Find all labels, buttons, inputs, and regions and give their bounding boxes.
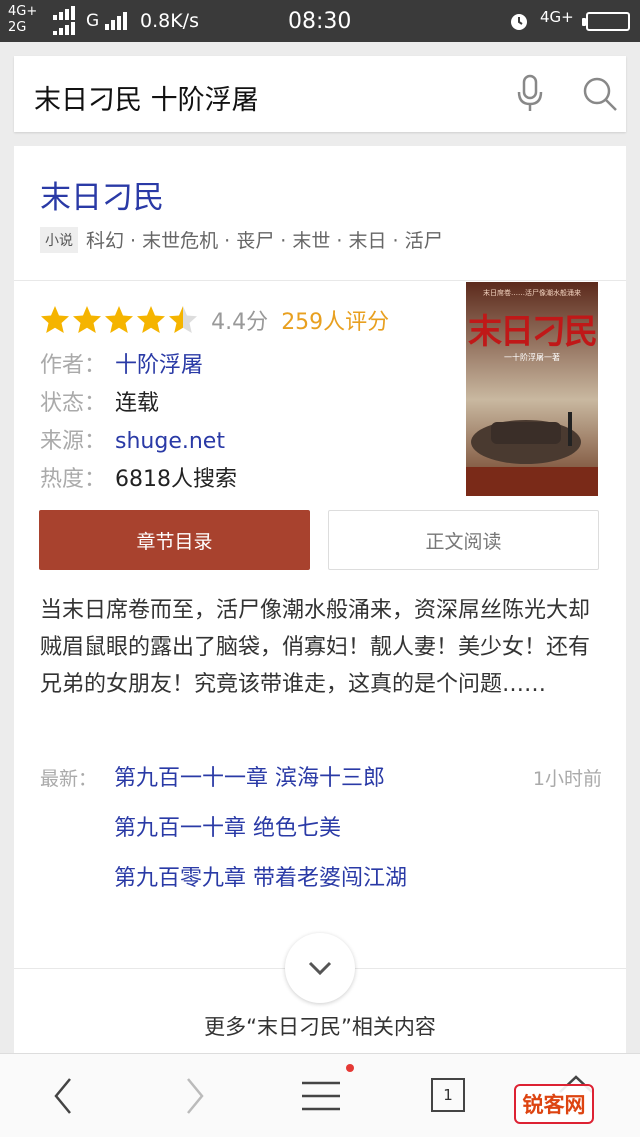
alarm-icon	[511, 14, 527, 30]
cover-top-text: 末日席卷……活尸像潮水般涌来	[483, 289, 581, 297]
network-type-bottom: 2G	[8, 20, 27, 35]
book-description: 当末日席卷而至，活尸像潮水般涌来，资深屌丝陈光大却贼眉鼠眼的露出了脑袋，俏寡妇！…	[40, 598, 591, 697]
chapter-link[interactable]: 第九百零九章 带着老婆闯江湖	[114, 860, 407, 892]
author-link[interactable]: 十阶浮屠	[115, 353, 203, 378]
search-input[interactable]: 末日刁民 十阶浮屠	[34, 78, 259, 117]
star-icon	[41, 306, 69, 333]
genre-tags: 科幻 · 末世危机 · 丧尸 · 末世 · 末日 · 活尸	[86, 230, 443, 252]
star-rating	[41, 306, 197, 333]
chapter-link[interactable]: 第九百一十一章 滨海十三郎	[114, 760, 385, 792]
chapter-catalog-button[interactable]: 章节目录	[39, 510, 310, 570]
author-label: 作者：	[40, 353, 107, 378]
cover-subtitle: 一十阶浮屠一著	[504, 353, 560, 362]
status-value: 连载	[115, 391, 160, 416]
menu-icon[interactable]	[300, 1078, 342, 1114]
search-bar[interactable]: 末日刁民 十阶浮屠	[14, 56, 626, 132]
heat-value: 6818人搜索	[115, 467, 237, 492]
battery-icon	[582, 12, 630, 31]
signal-g-icon	[105, 12, 127, 30]
divider	[14, 280, 626, 281]
star-icon	[73, 306, 101, 333]
rating-count[interactable]: 259人评分	[281, 304, 389, 336]
back-icon[interactable]	[48, 1076, 78, 1116]
latest-label: 最新：	[40, 768, 98, 790]
rating-row: 4.4分 259人评分	[40, 304, 389, 336]
book-title[interactable]: 末日刁民	[40, 172, 164, 217]
search-icon[interactable]	[582, 76, 618, 112]
read-text-button[interactable]: 正文阅读	[328, 510, 599, 570]
cover-title: 末日刁民	[468, 312, 598, 352]
watermark-logo: 锐客网	[514, 1084, 594, 1124]
category-badge: 小说	[40, 227, 78, 253]
status-label: 状态：	[40, 391, 107, 416]
book-result-card: 末日刁民 小说 科幻 · 末世危机 · 丧尸 · 末世 · 末日 · 活尸 4.4…	[14, 146, 626, 1066]
status-row: 状态： 连载	[40, 385, 159, 417]
network-type-right: 4G+	[540, 8, 574, 26]
heat-row: 热度： 6818人搜索	[40, 461, 237, 493]
latest-time: 1小时前	[532, 768, 602, 790]
status-bar: 4G+ 2G G 0.8K/s 08:30 4G+	[0, 0, 640, 42]
notification-dot	[346, 1064, 354, 1072]
star-icon	[137, 306, 165, 333]
author-row: 作者： 十阶浮屠	[40, 347, 203, 379]
star-icon	[105, 306, 133, 333]
star-half-icon	[169, 306, 197, 333]
forward-icon[interactable]	[180, 1076, 210, 1116]
expand-button[interactable]	[285, 933, 355, 1003]
bottom-nav: 1 锐客网	[0, 1053, 640, 1137]
book-cover[interactable]: 末日席卷……活尸像潮水般涌来 末日刁民 一十阶浮屠一著	[466, 282, 598, 496]
tag-row: 小说 科幻 · 末世危机 · 丧尸 · 末世 · 末日 · 活尸	[40, 226, 443, 253]
signal-icon	[53, 6, 75, 35]
network-indicator: 4G+ 2G	[8, 4, 37, 36]
heat-label: 热度：	[40, 467, 107, 492]
more-related-link[interactable]: 更多“末日刁民”相关内容	[14, 1011, 626, 1041]
network-g: G	[86, 11, 100, 31]
chevron-down-icon	[308, 961, 332, 976]
network-speed: 0.8K/s	[140, 10, 199, 32]
chapter-link[interactable]: 第九百一十章 绝色七美	[114, 810, 341, 842]
source-link[interactable]: shuge.net	[115, 429, 225, 454]
clock: 08:30	[288, 9, 352, 34]
rating-score: 4.4分	[211, 310, 269, 335]
source-row: 来源： shuge.net	[40, 423, 225, 455]
tabs-icon[interactable]: 1	[431, 1078, 465, 1112]
source-label: 来源：	[40, 429, 107, 454]
mic-icon[interactable]	[514, 74, 546, 114]
network-type-top: 4G+	[8, 4, 38, 19]
